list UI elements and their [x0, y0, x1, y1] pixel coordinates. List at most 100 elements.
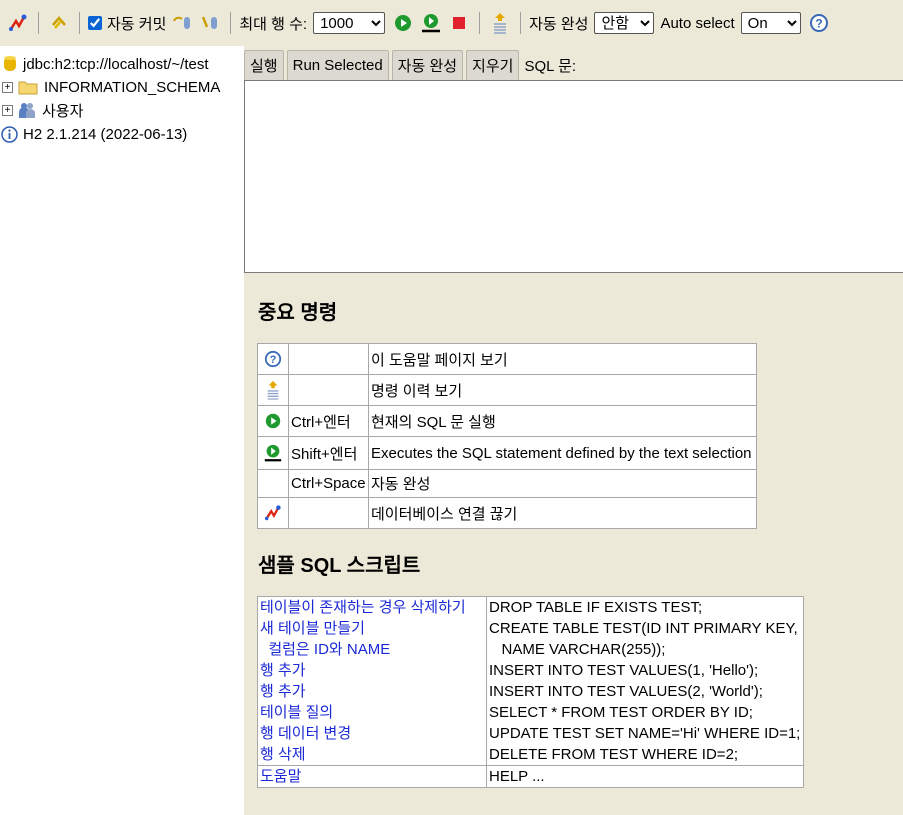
autocomplete-select[interactable]: 안함 [594, 12, 655, 34]
sample-script-link[interactable]: 행 추가 [260, 660, 484, 681]
command-shortcut [288, 374, 369, 406]
sample-script-link[interactable]: 새 테이블 만들기 [260, 618, 484, 639]
run-icon[interactable] [264, 412, 282, 430]
sql-label: SQL 문: [524, 57, 577, 75]
help-icon[interactable]: ? [808, 12, 830, 34]
command-row: 데이터베이스 연결 끊기 [257, 497, 757, 529]
commit-icon[interactable] [199, 12, 221, 34]
info-icon [1, 125, 18, 143]
schema-name: INFORMATION_SCHEMA [44, 78, 221, 96]
disconnect-icon[interactable] [7, 12, 29, 34]
run-selected-icon[interactable] [263, 443, 283, 463]
expand-icon[interactable]: + [2, 104, 13, 116]
sample-script-code-line: INSERT INTO TEST VALUES(1, 'Hello'); [489, 662, 759, 679]
editor-button-bar: 실행 Run Selected 자동 완성 지우기 SQL 문: [244, 49, 576, 81]
tree-connection-node[interactable]: jdbc:h2:tcp://localhost/~/test [0, 53, 209, 75]
history-icon[interactable] [264, 380, 282, 400]
autocommit-label: 자동 커밋 [107, 15, 167, 33]
history-icon[interactable] [489, 12, 511, 34]
run-selected-button[interactable]: Run Selected [286, 49, 389, 81]
maxrows-label: 최대 행 수: [239, 15, 308, 33]
command-icon-cell [257, 374, 289, 406]
command-description: 현재의 SQL 문 실행 [368, 405, 757, 437]
command-description: Executes the SQL statement defined by th… [368, 436, 757, 470]
toolbar-separator [230, 12, 232, 34]
database-icon [3, 55, 17, 73]
important-commands-table: ? 이 도움말 페이지 보기 명령 이력 보기 Ctrl+엔터 현재의 SQL 문 실행… [257, 343, 757, 529]
sample-script-code-line: DELETE FROM TEST WHERE ID=2; [489, 746, 739, 763]
autocommit-checkbox[interactable] [88, 16, 102, 30]
help-link[interactable]: 도움말 [260, 766, 484, 787]
command-row: Ctrl+Space 자동 완성 [257, 469, 757, 498]
sample-scripts-row: 테이블이 존재하는 경우 삭제하기 새 테이블 만들기 컬럼은 ID와 NAME 행… [257, 596, 804, 766]
sample-script-code-line: NAME VARCHAR(255)); [489, 641, 666, 658]
sample-links-cell: 테이블이 존재하는 경우 삭제하기 새 테이블 만들기 컬럼은 ID와 NAME 행… [257, 596, 487, 766]
help-icon[interactable]: ? [264, 350, 282, 368]
run-selected-icon[interactable] [420, 12, 442, 34]
run-button[interactable]: 실행 [244, 49, 284, 81]
sample-script-link[interactable]: 행 데이터 변경 [260, 723, 484, 744]
help-code-cell: HELP ... [486, 765, 804, 788]
sample-script-code-line: SELECT * FROM TEST ORDER BY ID; [489, 704, 753, 721]
help-code: HELP ... [489, 768, 545, 785]
rollback-icon[interactable] [171, 12, 193, 34]
command-row: Shift+엔터 Executes the SQL statement defin… [257, 436, 757, 470]
users-label: 사용자 [42, 102, 84, 120]
command-shortcut [288, 497, 369, 529]
sample-script-code-line: UPDATE TEST SET NAME='Hi' WHERE ID=1; [489, 725, 801, 742]
svg-text:?: ? [815, 17, 822, 31]
run-icon[interactable] [392, 12, 414, 34]
command-icon-cell: ? [257, 343, 289, 375]
sample-script-link[interactable]: 컬럼은 ID와 NAME [260, 639, 484, 660]
autocomplete-button[interactable]: 자동 완성 [391, 49, 464, 81]
command-description: 데이터베이스 연결 끊기 [368, 497, 757, 529]
command-icon-cell [257, 405, 289, 437]
tree-users-node[interactable]: + 사용자 [0, 99, 83, 121]
sample-script-code-line: DROP TABLE IF EXISTS TEST; [489, 599, 703, 616]
help-link-cell: 도움말 [257, 765, 487, 788]
maxrows-select[interactable]: 1000 [313, 12, 386, 34]
users-icon [18, 101, 36, 119]
command-shortcut: Shift+엔터 [288, 436, 369, 470]
connection-url: jdbc:h2:tcp://localhost/~/test [23, 55, 209, 73]
svg-text:?: ? [270, 354, 277, 366]
toolbar-separator [479, 12, 481, 34]
disconnect-icon[interactable] [264, 504, 282, 522]
tree-version-node: H2 2.1.214 (2022-06-13) [0, 123, 187, 145]
command-shortcut: Ctrl+엔터 [288, 405, 369, 437]
sample-script-link[interactable]: 행 추가 [260, 681, 484, 702]
toolbar-separator [79, 12, 80, 34]
sample-scripts-table: 테이블이 존재하는 경우 삭제하기 새 테이블 만들기 컬럼은 ID와 NAME 행… [257, 596, 804, 788]
query-panel: 실행 Run Selected 자동 완성 지우기 SQL 문: 중요 명령 ?… [244, 46, 903, 815]
command-icon-cell [257, 436, 289, 470]
important-commands-title: 중요 명령 [258, 302, 338, 324]
command-row: 명령 이력 보기 [257, 374, 757, 406]
refresh-icon[interactable] [48, 12, 70, 34]
expand-icon[interactable]: + [2, 81, 13, 93]
clear-button[interactable]: 지우기 [466, 49, 520, 81]
tree-schema-node[interactable]: + INFORMATION_SCHEMA [0, 76, 220, 98]
sql-editor[interactable] [244, 80, 903, 273]
toolbar-separator [38, 12, 39, 34]
folder-icon [18, 79, 38, 95]
schema-tree: jdbc:h2:tcp://localhost/~/test + INFORMA… [0, 46, 244, 815]
toolbar-separator [520, 12, 522, 34]
command-description: 이 도움말 페이지 보기 [368, 343, 757, 375]
version-label: H2 2.1.214 (2022-06-13) [23, 125, 188, 143]
sample-script-link[interactable]: 행 삭제 [260, 744, 484, 765]
sample-script-code-line: CREATE TABLE TEST(ID INT PRIMARY KEY, [489, 620, 798, 637]
sample-scripts-title: 샘플 SQL 스크립트 [258, 555, 421, 577]
help-row: 도움말 HELP ... [257, 765, 804, 788]
stop-icon[interactable] [448, 12, 470, 34]
command-row: ? 이 도움말 페이지 보기 [257, 343, 757, 375]
sample-script-link[interactable]: 테이블 질의 [260, 702, 484, 723]
command-icon-cell [257, 469, 289, 498]
command-shortcut [288, 343, 369, 375]
command-description: 명령 이력 보기 [368, 374, 757, 406]
autocomplete-label: 자동 완성 [529, 15, 589, 33]
sample-code-cell: DROP TABLE IF EXISTS TEST; CREATE TABLE T… [486, 596, 804, 766]
sample-script-link[interactable]: 테이블이 존재하는 경우 삭제하기 [260, 597, 484, 618]
autoselect-select[interactable]: On [740, 12, 801, 34]
command-shortcut: Ctrl+Space [288, 469, 369, 498]
command-description: 자동 완성 [368, 469, 757, 498]
